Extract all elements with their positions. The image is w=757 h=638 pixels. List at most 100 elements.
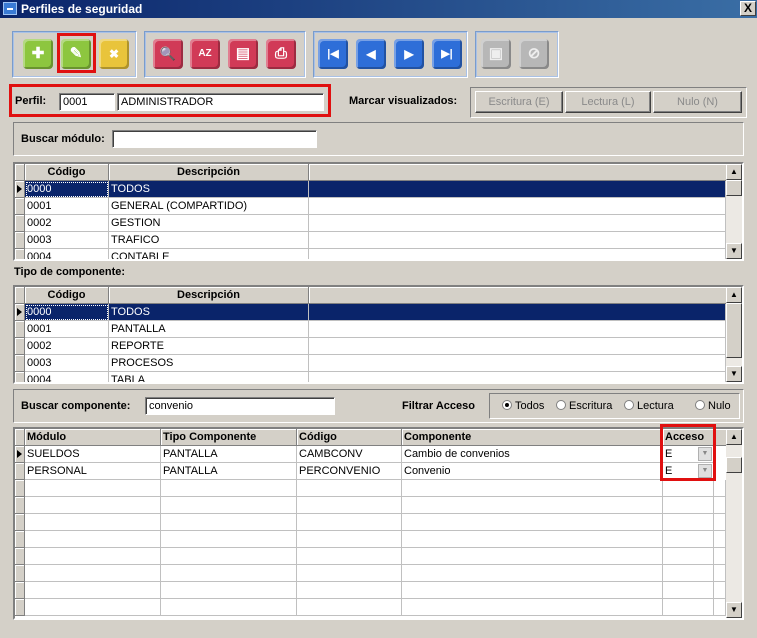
cell-codigo[interactable]: 0002: [25, 215, 109, 232]
cell-tipo[interactable]: PANTALLA: [161, 463, 297, 480]
empty-cell[interactable]: [25, 480, 161, 497]
empty-cell[interactable]: [663, 599, 714, 616]
empty-cell[interactable]: [25, 531, 161, 548]
filtro-todos[interactable]: Todos: [502, 400, 544, 412]
empty-cell[interactable]: [25, 497, 161, 514]
empty-cell[interactable]: [402, 565, 663, 582]
report-button[interactable]: ▤: [228, 39, 258, 69]
scroll-down-icon[interactable]: ▼: [726, 602, 742, 618]
cell-codigo[interactable]: 0004: [25, 372, 109, 382]
cell-filler[interactable]: [309, 321, 726, 338]
scroll-down-icon[interactable]: ▼: [726, 243, 742, 259]
empty-cell[interactable]: [714, 497, 726, 514]
empty-cell[interactable]: [663, 480, 714, 497]
scroll-up-icon[interactable]: ▲: [726, 287, 742, 303]
cell-descripcion[interactable]: PROCESOS: [109, 355, 309, 372]
next-record-button[interactable]: ▶: [394, 39, 424, 69]
filtro-nulo[interactable]: Nulo: [695, 400, 731, 412]
close-button[interactable]: X: [740, 1, 756, 16]
last-record-button[interactable]: ▶|: [432, 39, 462, 69]
col-modulo[interactable]: Módulo: [25, 429, 161, 446]
cell-descripcion[interactable]: GESTION: [109, 215, 309, 232]
empty-cell[interactable]: [663, 565, 714, 582]
empty-cell[interactable]: [297, 565, 402, 582]
col-componente[interactable]: Componente: [402, 429, 663, 446]
cell-codigo[interactable]: 0001: [25, 198, 109, 215]
tipo-scrollbar[interactable]: ▲ ▼: [726, 287, 742, 382]
filtro-lectura[interactable]: Lectura: [624, 400, 674, 412]
scroll-up-icon[interactable]: ▲: [726, 164, 742, 180]
cell-descripcion[interactable]: GENERAL (COMPARTIDO): [109, 198, 309, 215]
cell-modulo[interactable]: PERSONAL: [25, 463, 161, 480]
empty-cell[interactable]: [297, 599, 402, 616]
cell-codigo[interactable]: 0003: [25, 232, 109, 249]
empty-cell[interactable]: [297, 582, 402, 599]
empty-cell[interactable]: [25, 599, 161, 616]
cell-descripcion[interactable]: REPORTE: [109, 338, 309, 355]
edit-button[interactable]: ✎: [61, 39, 91, 69]
scroll-thumb[interactable]: [726, 180, 742, 196]
empty-cell[interactable]: [402, 582, 663, 599]
cell-filler[interactable]: [309, 372, 726, 382]
cell-descripcion[interactable]: TODOS: [109, 304, 309, 321]
cell-descripcion[interactable]: CONTABLE: [109, 249, 309, 259]
empty-cell[interactable]: [402, 531, 663, 548]
print-button[interactable]: ⎙: [266, 39, 296, 69]
filtro-escritura[interactable]: Escritura: [556, 400, 612, 412]
lectura-button[interactable]: Lectura (L): [565, 91, 651, 113]
perfil-code-field[interactable]: 0001: [59, 93, 115, 111]
empty-cell[interactable]: [161, 514, 297, 531]
empty-cell[interactable]: [297, 497, 402, 514]
cell-codigo[interactable]: 0004: [25, 249, 109, 259]
buscar-modulo-input[interactable]: [112, 130, 317, 148]
scroll-thumb[interactable]: [726, 303, 742, 358]
empty-cell[interactable]: [25, 548, 161, 565]
scroll-down-icon[interactable]: ▼: [726, 366, 742, 382]
first-record-button[interactable]: |◀: [318, 39, 348, 69]
empty-cell[interactable]: [714, 531, 726, 548]
cell-codigo[interactable]: 0003: [25, 355, 109, 372]
nulo-button[interactable]: Nulo (N): [653, 91, 742, 113]
empty-cell[interactable]: [161, 599, 297, 616]
cell-filler[interactable]: [309, 249, 726, 259]
cell-codigo[interactable]: 0000: [25, 304, 109, 321]
empty-cell[interactable]: [161, 565, 297, 582]
col-tipo-componente[interactable]: Tipo Componente: [161, 429, 297, 446]
delete-button[interactable]: ✖: [99, 39, 129, 69]
empty-cell[interactable]: [402, 497, 663, 514]
empty-cell[interactable]: [297, 531, 402, 548]
empty-cell[interactable]: [663, 582, 714, 599]
empty-cell[interactable]: [714, 548, 726, 565]
empty-cell[interactable]: [297, 480, 402, 497]
empty-cell[interactable]: [161, 548, 297, 565]
cell-filler[interactable]: [309, 304, 726, 321]
empty-cell[interactable]: [161, 531, 297, 548]
sort-button[interactable]: AZ: [190, 39, 220, 69]
cell-codigo[interactable]: PERCONVENIO: [297, 463, 402, 480]
cell-filler[interactable]: [309, 355, 726, 372]
modulos-col-descripcion[interactable]: Descripción: [109, 164, 309, 181]
cell-codigo[interactable]: 0002: [25, 338, 109, 355]
tipo-col-descripcion[interactable]: Descripción: [109, 287, 309, 304]
cell-codigo[interactable]: CAMBCONV: [297, 446, 402, 463]
empty-cell[interactable]: [25, 582, 161, 599]
empty-cell[interactable]: [161, 582, 297, 599]
cell-filler[interactable]: [309, 338, 726, 355]
cell-modulo[interactable]: SUELDOS: [25, 446, 161, 463]
cell-componente[interactable]: Cambio de convenios: [402, 446, 663, 463]
empty-cell[interactable]: [663, 548, 714, 565]
empty-cell[interactable]: [297, 548, 402, 565]
cell-codigo[interactable]: 0000: [25, 181, 109, 198]
empty-cell[interactable]: [663, 514, 714, 531]
search-button[interactable]: 🔍: [153, 39, 183, 69]
cell-filler[interactable]: [309, 215, 726, 232]
empty-cell[interactable]: [161, 480, 297, 497]
empty-cell[interactable]: [714, 599, 726, 616]
empty-cell[interactable]: [161, 497, 297, 514]
empty-cell[interactable]: [25, 514, 161, 531]
empty-cell[interactable]: [714, 514, 726, 531]
cell-filler[interactable]: [309, 232, 726, 249]
empty-cell[interactable]: [714, 480, 726, 497]
empty-cell[interactable]: [402, 599, 663, 616]
add-button[interactable]: ✚: [23, 39, 53, 69]
